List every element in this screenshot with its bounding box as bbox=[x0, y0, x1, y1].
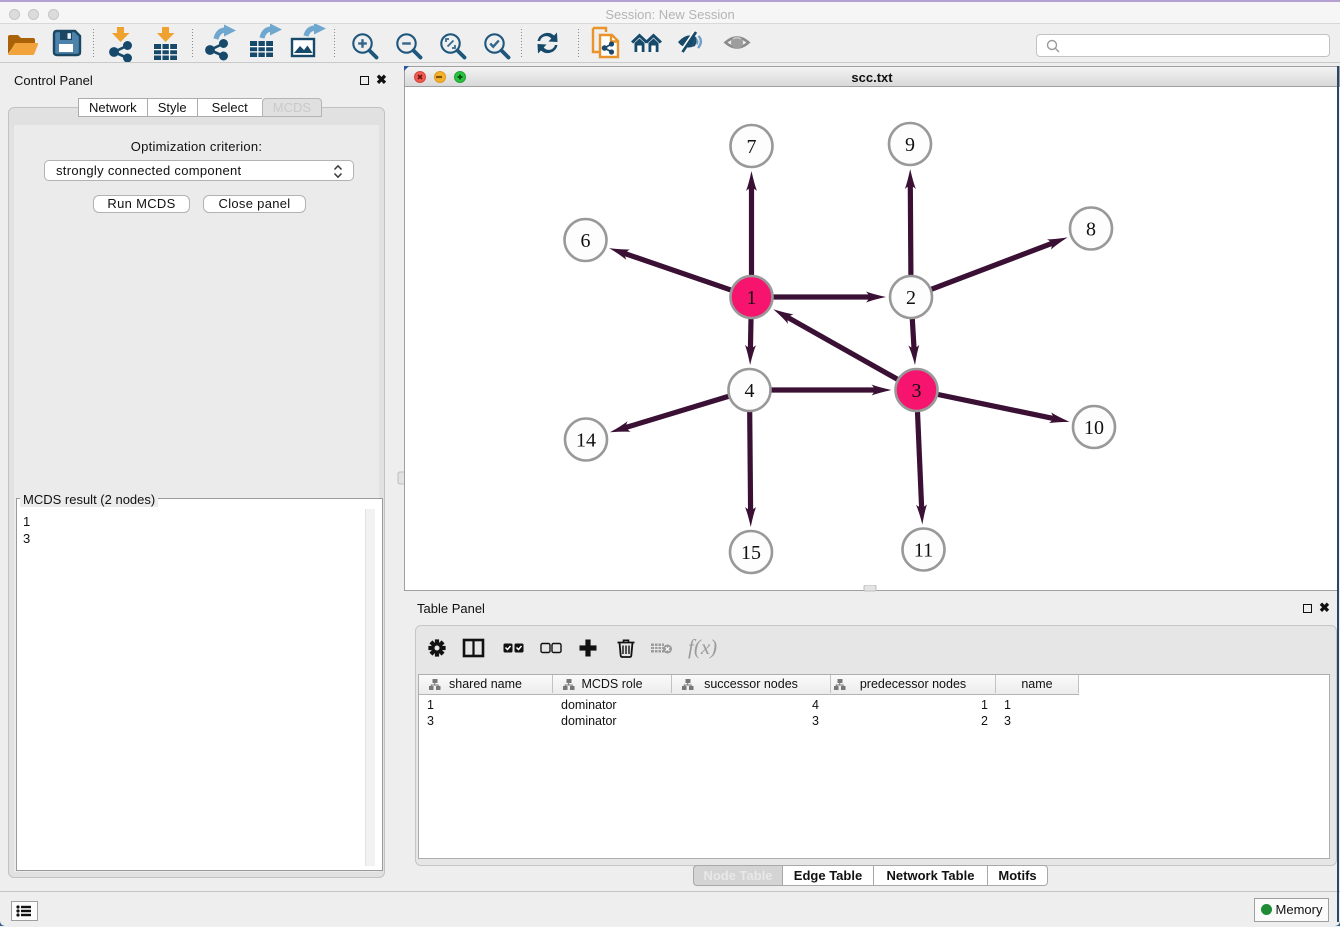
svg-text:2: 2 bbox=[906, 287, 916, 309]
svg-text:3: 3 bbox=[912, 380, 922, 402]
svg-text:4: 4 bbox=[745, 380, 755, 402]
svg-text:6: 6 bbox=[581, 230, 591, 252]
svg-text:8: 8 bbox=[1086, 219, 1096, 241]
svg-text:7: 7 bbox=[747, 136, 757, 158]
svg-text:14: 14 bbox=[576, 430, 596, 452]
svg-text:1: 1 bbox=[747, 287, 757, 309]
svg-text:10: 10 bbox=[1084, 417, 1104, 439]
svg-text:9: 9 bbox=[905, 134, 915, 156]
svg-text:11: 11 bbox=[914, 540, 933, 562]
svg-text:15: 15 bbox=[741, 542, 761, 564]
svg-text:f(x): f(x) bbox=[688, 635, 717, 659]
